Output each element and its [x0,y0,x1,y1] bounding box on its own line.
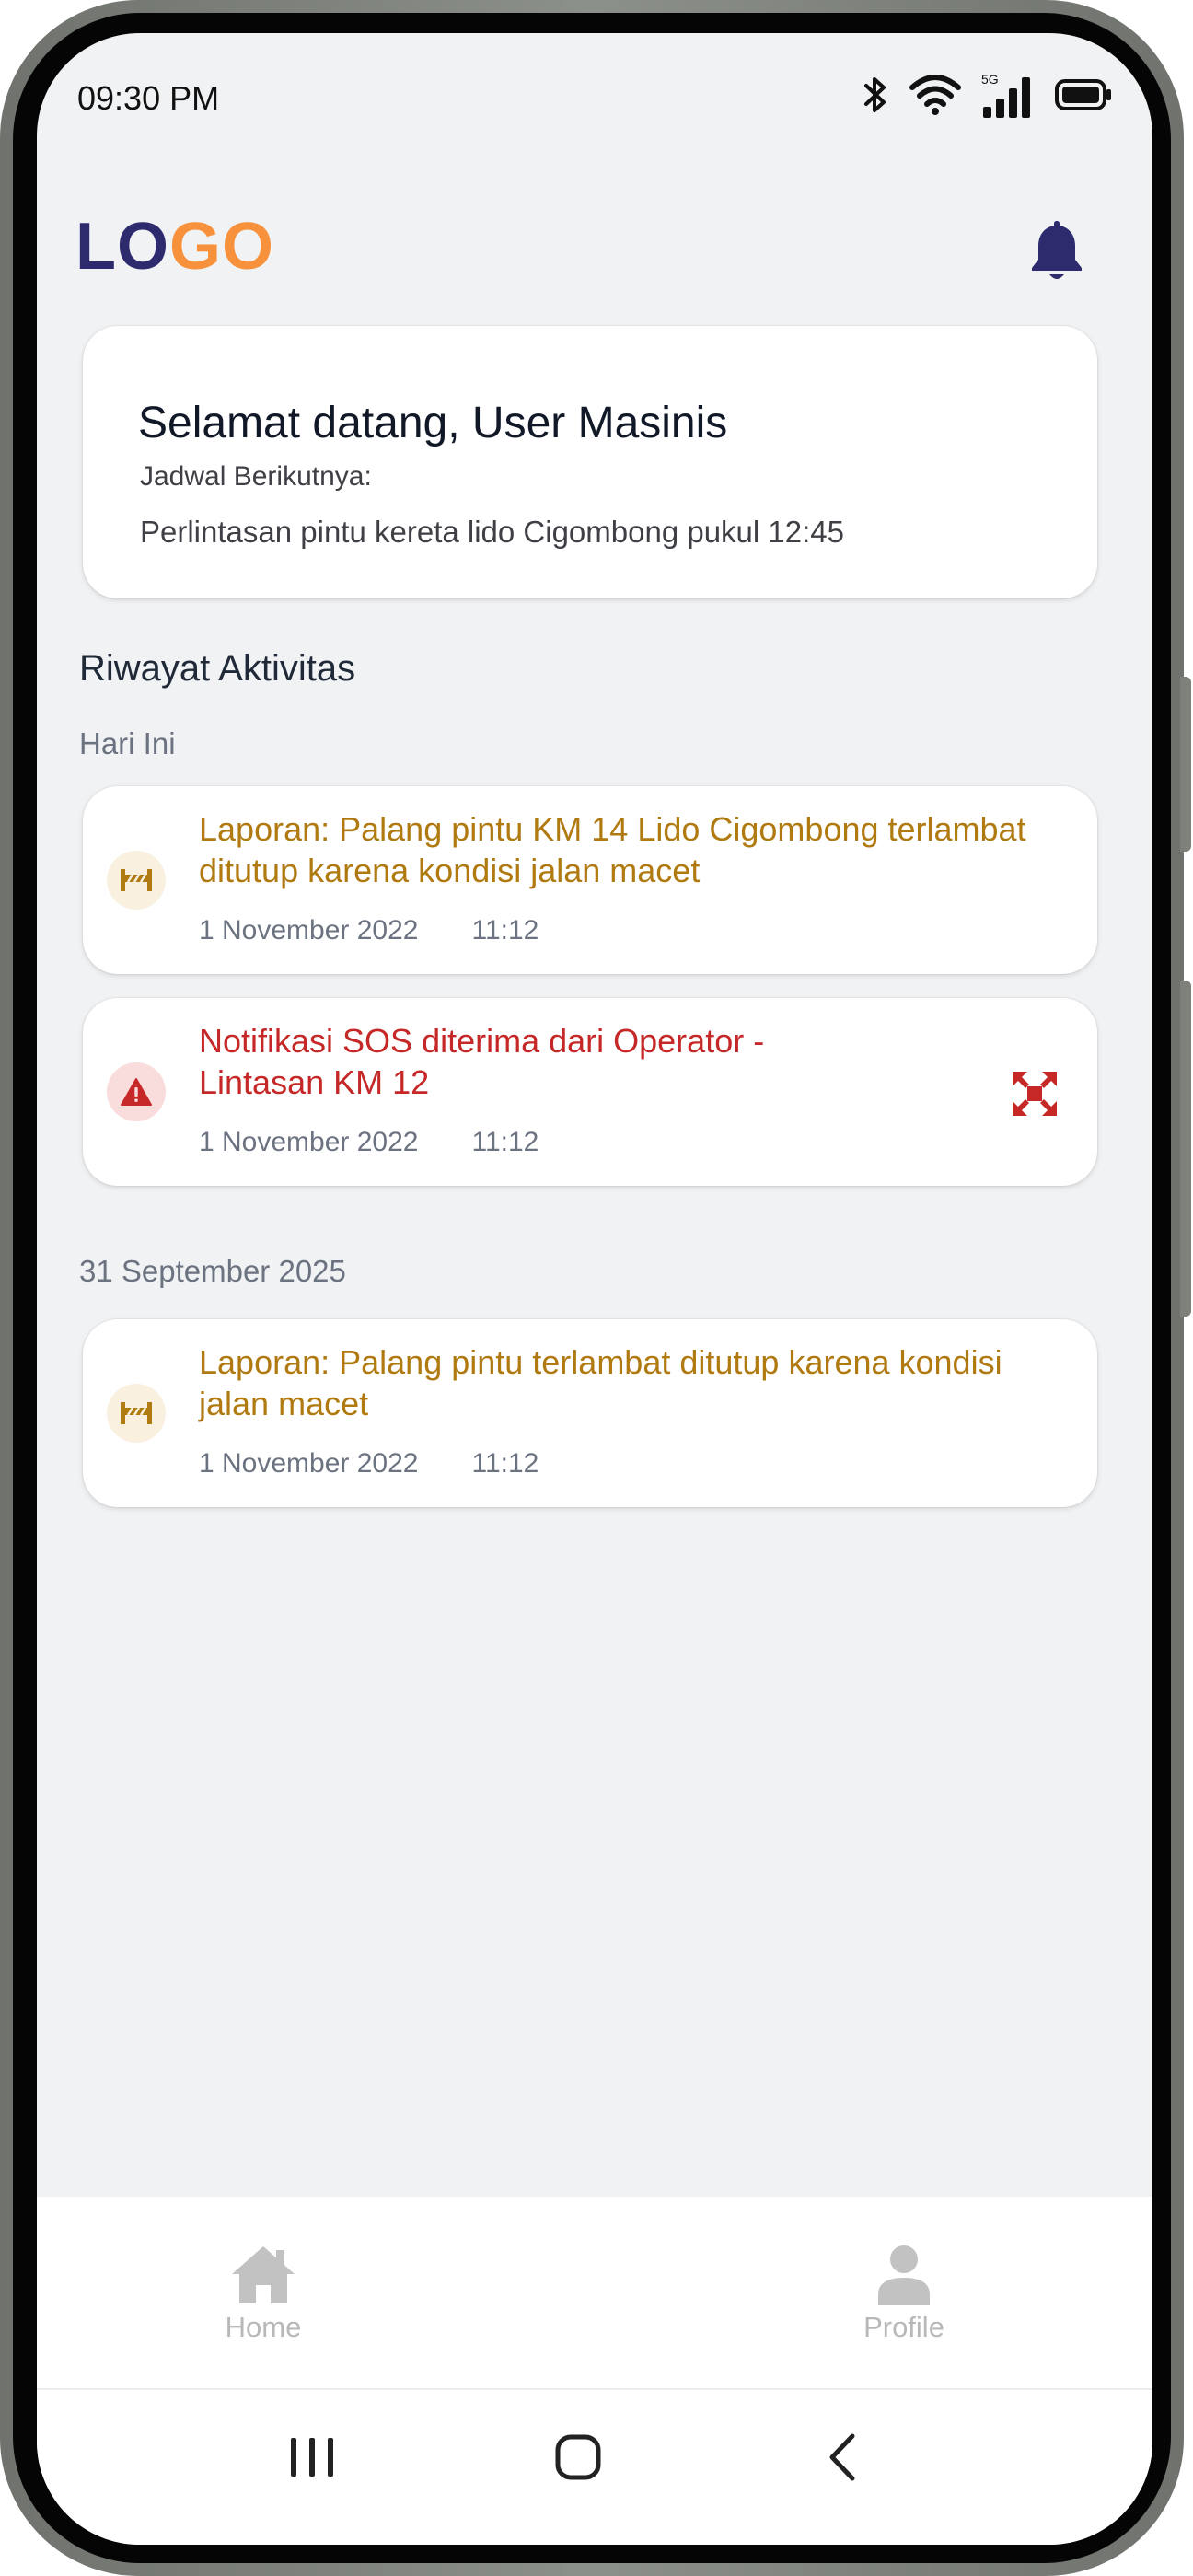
user-icon [878,2245,930,2305]
volume-button [1180,677,1191,852]
nav-profile-label: Profile [863,2311,944,2343]
status-bar: 09:30 PM 5G [37,33,1152,153]
home-circle-icon[interactable] [554,2432,604,2482]
activity-date: 1 November 2022 [199,915,419,946]
system-navigation-bar [37,2390,1152,2545]
activity-title: Notifikasi SOS diterima dari Operator - … [199,1022,765,1101]
activity-date: 1 November 2022 [199,1448,419,1479]
activity-time: 11:12 [471,915,539,946]
barrier-icon [107,1384,166,1443]
status-time: 09:30 PM [77,79,220,117]
activity-meta: 1 November 2022 11:12 [199,1127,539,1158]
activity-title: Laporan: Palang pintu terlambat ditutup … [199,1343,1002,1422]
welcome-title: Selamat datang, User Masinis [138,399,728,447]
alert-triangle-icon [107,1062,166,1121]
activity-item[interactable]: Laporan: Palang pintu terlambat ditutup … [83,1319,1097,1507]
logo-part-2: GO [168,210,274,284]
activity-time: 11:12 [471,1448,539,1479]
status-icons: 5G [862,72,1112,118]
barrier-icon [107,851,166,910]
group-label-date: 31 September 2025 [79,1254,346,1288]
home-icon [232,2246,295,2303]
nav-profile[interactable]: Profile [812,2245,996,2344]
bottom-navigation: Home Profile [37,2197,1152,2390]
welcome-card: Selamat datang, User Masinis Jadwal Beri… [83,326,1097,598]
app-header: LOGO [37,180,1152,291]
activity-date: 1 November 2022 [199,1127,419,1157]
nav-home[interactable]: Home [171,2245,355,2344]
recent-apps-icon[interactable] [287,2432,337,2482]
bell-icon[interactable] [1027,217,1086,284]
network-label: 5G [981,72,999,87]
nav-home-label: Home [225,2311,302,2343]
app-logo: LOGO [75,214,274,280]
logo-part-1: LO [75,210,169,284]
bluetooth-icon [864,77,886,112]
battery-icon [1055,79,1111,110]
activity-title: Laporan: Palang pintu KM 14 Lido Cigombo… [199,810,1026,889]
activity-meta: 1 November 2022 11:12 [199,915,539,946]
back-icon[interactable] [819,2432,869,2482]
expand-icon[interactable] [1011,1070,1059,1118]
activity-time: 11:12 [471,1127,539,1157]
activity-history-title: Riwayat Aktivitas [79,648,356,689]
activity-item[interactable]: Notifikasi SOS diterima dari Operator - … [83,998,1097,1186]
wifi-icon [909,75,961,115]
activity-meta: 1 November 2022 11:12 [199,1448,539,1479]
next-schedule-label: Jadwal Berikutnya: [140,461,372,492]
signal-5g-icon: 5G [981,72,1030,118]
activity-item[interactable]: Laporan: Palang pintu KM 14 Lido Cigombo… [83,786,1097,974]
app-screen: 09:30 PM 5G LOGO Selamat datang, User Ma… [37,33,1152,2545]
next-schedule-text: Perlintasan pintu kereta lido Cigombong … [140,515,844,549]
group-label-today: Hari Ini [79,726,176,760]
power-button [1180,981,1191,1317]
